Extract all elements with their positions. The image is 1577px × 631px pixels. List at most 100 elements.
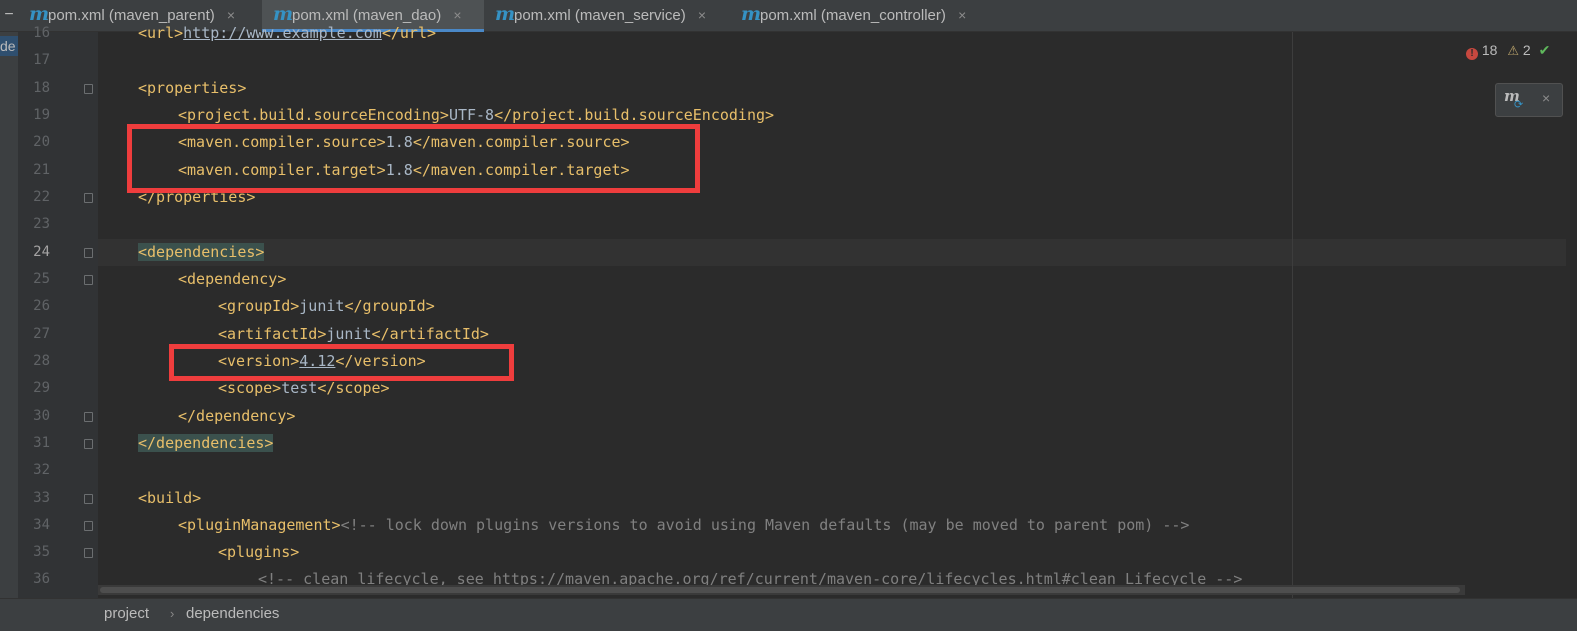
annotation-box-compiler-version <box>127 124 700 193</box>
breadcrumb: project › dependencies <box>0 598 1577 631</box>
xml-tag: </scope> <box>317 379 390 397</box>
close-icon[interactable]: × <box>453 7 461 23</box>
maven-reload-popup[interactable]: m ⟳ × <box>1495 83 1563 117</box>
code-line-30[interactable]: </dependency> <box>138 403 295 430</box>
breadcrumb-item-project[interactable]: project <box>104 599 149 629</box>
line-number: 28 <box>33 353 50 369</box>
code-line-25[interactable]: <dependency> <box>138 266 286 293</box>
line-number: 19 <box>33 107 50 123</box>
xml-comment: <!-- lock down plugins versions to avoid… <box>340 516 1190 534</box>
breadcrumb-item-dependencies[interactable]: dependencies <box>186 599 279 629</box>
xml-comment: --> <box>1206 570 1243 585</box>
line-number: 30 <box>33 408 50 424</box>
line-number: 31 <box>33 435 50 451</box>
warning-icon: ⚠ <box>1507 43 1520 58</box>
tab-pom-maven-controller[interactable]: m pom.xml (maven_controller) × <box>730 0 1000 32</box>
warning-count: 2 <box>1522 42 1531 58</box>
tab-label: pom.xml (maven_service) <box>514 7 686 24</box>
xml-tag: <artifactId> <box>218 325 327 343</box>
line-number: 17 <box>33 52 50 68</box>
xml-tag: <properties> <box>138 79 247 97</box>
code-line-18[interactable]: <properties> <box>138 75 246 102</box>
line-number: 32 <box>33 462 50 478</box>
close-icon[interactable]: × <box>1542 90 1550 106</box>
xml-tag: </project.build.sourceEncoding> <box>494 106 775 124</box>
xml-tag: </artifactId> <box>371 325 489 343</box>
xml-text: http://www.example.com <box>183 24 382 42</box>
annotation-box-junit-version <box>169 344 514 381</box>
line-number: 16 <box>33 25 50 41</box>
code-line-31[interactable]: </dependencies> <box>138 430 274 457</box>
code-line-36[interactable]: <!-- clean lifecycle, see https://maven.… <box>138 566 1242 585</box>
xml-tag: </groupId> <box>344 297 435 315</box>
line-number: 27 <box>33 326 50 342</box>
vertical-scrollbar[interactable] <box>1566 32 1577 598</box>
xml-tag: <groupId> <box>218 297 300 315</box>
scrollbar-thumb[interactable] <box>100 587 1460 593</box>
xml-tag: <pluginManagement> <box>178 516 341 534</box>
right-margin-guide <box>1292 32 1293 598</box>
fold-marker[interactable] <box>84 548 93 558</box>
left-tool-strip: de <box>0 32 19 598</box>
project-tool-tab[interactable]: de <box>0 36 18 56</box>
code-line-16[interactable]: <url>http://www.example.com</url> <box>138 20 436 47</box>
fold-marker[interactable] <box>84 248 93 258</box>
maven-m-icon: m <box>741 3 762 25</box>
line-number: 29 <box>33 380 50 396</box>
close-icon[interactable]: × <box>958 7 966 23</box>
refresh-icon: ⟳ <box>1514 99 1524 111</box>
line-number: 36 <box>33 571 50 587</box>
xml-tag: </dependency> <box>178 407 296 425</box>
xml-comment-link[interactable]: https://maven.apache.org/ref/current/mav… <box>493 570 1206 585</box>
close-icon[interactable]: × <box>698 7 706 23</box>
error-icon: ! <box>1466 48 1478 60</box>
line-number: 34 <box>33 517 50 533</box>
line-number: 25 <box>33 271 50 287</box>
xml-tag: <project.build.sourceEncoding> <box>178 106 449 124</box>
fold-marker[interactable] <box>84 84 93 94</box>
check-icon: ✔ <box>1538 42 1551 58</box>
line-number: 33 <box>33 490 50 506</box>
current-line-highlight <box>98 239 1568 266</box>
xml-text: junit <box>326 325 372 343</box>
line-number: 26 <box>33 298 50 314</box>
tab-stub-minus[interactable]: − <box>0 0 18 32</box>
code-line-35[interactable]: <plugins> <box>138 539 299 566</box>
inspection-widget[interactable]: ! 18 ⚠ 2 ✔ <box>1466 40 1550 60</box>
code-line-26[interactable]: <groupId>junit</groupId> <box>138 293 435 320</box>
xml-tag: <scope> <box>218 379 282 397</box>
xml-text: junit <box>299 297 345 315</box>
line-number: 20 <box>33 134 50 150</box>
xml-comment: <!-- clean lifecycle, see <box>258 570 493 585</box>
xml-tag: </url> <box>381 24 437 42</box>
maven-m-icon: m <box>495 3 516 25</box>
line-number: 18 <box>33 80 50 96</box>
code-line-33[interactable]: <build> <box>138 485 201 512</box>
xml-text: UTF-8 <box>448 106 495 124</box>
tab-pom-maven-service[interactable]: m pom.xml (maven_service) × <box>484 0 730 32</box>
line-number: 21 <box>33 162 50 178</box>
chevron-right-icon: › <box>170 606 175 621</box>
code-line-34[interactable]: <pluginManagement><!-- lock down plugins… <box>138 512 1189 539</box>
tab-label: pom.xml (maven_controller) <box>760 7 946 24</box>
xml-tag: <build> <box>138 489 202 507</box>
fold-marker[interactable] <box>84 412 93 422</box>
xml-tag: <url> <box>138 24 184 42</box>
fold-marker[interactable] <box>84 275 93 285</box>
xml-tag-matched: </dependencies> <box>138 434 274 452</box>
fold-marker[interactable] <box>84 494 93 504</box>
fold-marker[interactable] <box>84 521 93 531</box>
line-number-current: 24 <box>33 244 50 260</box>
horizontal-scrollbar[interactable] <box>98 585 1465 595</box>
code-line-24[interactable]: <dependencies> <box>138 239 265 266</box>
xml-tag: <dependency> <box>178 270 287 288</box>
fold-marker[interactable] <box>84 439 93 449</box>
line-number: 23 <box>33 216 50 232</box>
xml-tag: <plugins> <box>218 543 300 561</box>
fold-marker[interactable] <box>84 193 93 203</box>
xml-text: test <box>281 379 318 397</box>
error-count: 18 <box>1481 42 1498 58</box>
line-number: 35 <box>33 544 50 560</box>
xml-tag-matched: <dependencies> <box>138 243 265 261</box>
line-number: 22 <box>33 189 50 205</box>
